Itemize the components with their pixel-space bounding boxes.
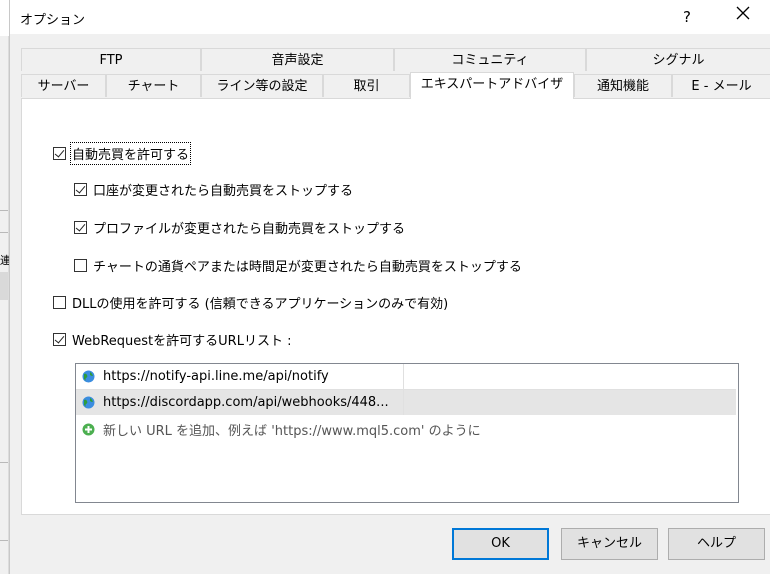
background-strip (0, 36, 9, 574)
stop-on-profile-change-option[interactable]: プロファイルが変更されたら自動売買をストップする (74, 218, 405, 237)
stop-on-account-change-label: 口座が変更されたら自動売買をストップする (93, 184, 354, 199)
tab-line-settings[interactable]: ライン等の設定 (201, 74, 323, 97)
tab-expert-advisors[interactable]: エキスパートアドバイザ (410, 72, 574, 99)
help-button[interactable]: ヘルプ (668, 528, 765, 560)
tab-trade[interactable]: 取引 (323, 74, 410, 97)
url-text: https://notify-api.line.me/api/notify (103, 369, 329, 384)
add-url-hint: 新しい URL を追加、例えば 'https://www.mql5.com' の… (103, 424, 481, 439)
globe-icon (82, 396, 95, 409)
allow-dll-label: DLLの使用を許可する (信頼できるアプリケーションのみで有効) (72, 297, 449, 312)
add-icon (82, 423, 95, 436)
background-divider (0, 462, 8, 463)
webrequest-url-list[interactable]: https://notify-api.line.me/api/notify ht… (75, 363, 739, 503)
background-divider (0, 540, 8, 541)
tab-notifications[interactable]: 通知機能 (574, 74, 672, 97)
ok-button[interactable]: OK (452, 528, 549, 560)
cancel-button[interactable]: キャンセル (561, 528, 658, 560)
help-icon[interactable]: ? (672, 4, 702, 30)
stop-on-profile-change-label: プロファイルが変更されたら自動売買をストップする (93, 222, 406, 237)
checkbox-allow-dll[interactable] (53, 296, 66, 309)
tab-ftp[interactable]: FTP (21, 48, 201, 71)
url-list-item[interactable]: https://notify-api.line.me/api/notify (76, 364, 736, 390)
background-divider (0, 210, 8, 211)
checkbox-allow-webrequest[interactable] (53, 333, 66, 346)
url-cell[interactable]: https://notify-api.line.me/api/notify (76, 364, 404, 389)
allow-dll-option[interactable]: DLLの使用を許可する (信頼できるアプリケーションのみで有効) (53, 293, 448, 312)
expert-advisors-panel: 自動売買を許可する 口座が変更されたら自動売買をストップする プロファイルが変更… (21, 98, 770, 515)
tab-chart[interactable]: チャート (106, 74, 201, 97)
allow-webrequest-label: WebRequestを許可するURLリスト : (72, 334, 292, 349)
checkbox-stop-on-chart-change[interactable] (74, 259, 87, 272)
options-dialog: オプション ? FTP 音声設定 コミュニティ シグナル サーバー チャート ラ… (9, 0, 770, 574)
title-bar: オプション ? (10, 0, 770, 34)
url-extra-cell (404, 364, 736, 389)
dialog-title: オプション (20, 13, 86, 28)
url-extra-cell (404, 390, 736, 415)
add-url-row[interactable]: 新しい URL を追加、例えば 'https://www.mql5.com' の… (82, 420, 481, 439)
tab-sound[interactable]: 音声設定 (201, 48, 394, 71)
tab-server[interactable]: サーバー (21, 74, 106, 97)
background-block (0, 272, 8, 300)
auto-trading-option[interactable]: 自動売買を許可する (53, 142, 192, 165)
url-text: https://discordapp.com/api/webhooks/448.… (103, 395, 389, 410)
checkbox-stop-on-account-change[interactable] (74, 183, 87, 196)
allow-webrequest-option[interactable]: WebRequestを許可するURLリスト : (53, 330, 291, 349)
checkbox-stop-on-profile-change[interactable] (74, 221, 87, 234)
stop-on-chart-change-label: チャートの通貨ペアまたは時間足が変更されたら自動売買をストップする (93, 260, 522, 275)
stop-on-account-change-option[interactable]: 口座が変更されたら自動売買をストップする (74, 180, 353, 199)
auto-trading-label: 自動売買を許可する (69, 142, 192, 165)
stop-on-chart-change-option[interactable]: チャートの通貨ペアまたは時間足が変更されたら自動売買をストップする (74, 256, 522, 275)
tab-email[interactable]: E - メール (672, 74, 770, 97)
background-divider (0, 232, 8, 233)
tab-community[interactable]: コミュニティ (394, 48, 586, 71)
checkbox-auto-trading[interactable] (53, 147, 66, 160)
tab-signals[interactable]: シグナル (586, 48, 770, 71)
close-icon[interactable] (728, 4, 758, 30)
url-cell[interactable]: https://discordapp.com/api/webhooks/448.… (76, 390, 404, 415)
url-list-item-selected[interactable]: https://discordapp.com/api/webhooks/448.… (76, 390, 736, 415)
globe-icon (82, 370, 95, 383)
